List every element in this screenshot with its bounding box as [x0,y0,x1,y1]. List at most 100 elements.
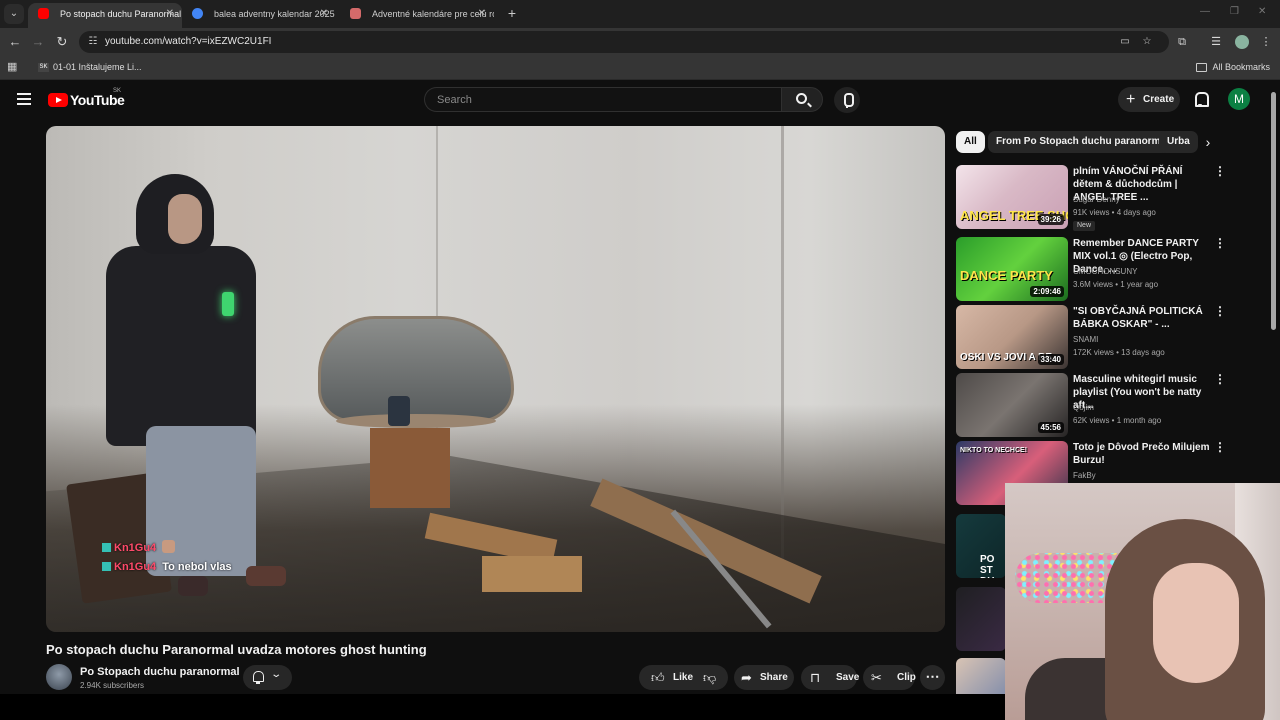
recommended-video[interactable]: ANGEL TREE SHOPPING 39:26 plním VÁNOČNÍ … [956,165,1228,231]
video-menu-icon[interactable]: ⋮ [1214,305,1226,318]
video-thumbnail[interactable]: 45:56 [956,373,1068,437]
recommended-video-thumbnail[interactable]: PO ST DU [956,514,1006,578]
google-favicon-icon [192,8,203,19]
create-label: Create [1143,94,1175,105]
chat-username: Kn1Gu4 [114,561,157,573]
recommended-channel[interactable]: Qojim [1073,403,1094,412]
close-tab-icon[interactable]: ✕ [478,3,486,25]
back-arrow-icon[interactable]: ← [7,34,23,50]
save-label: Save [836,672,860,683]
chevron-right-icon[interactable]: › [1199,131,1217,153]
site-info-icon[interactable]: ☷ [87,36,99,48]
search-box[interactable] [424,87,781,112]
shop-favicon-icon [350,8,361,19]
recommended-title[interactable]: "SI OBYČAJNÁ POLITICKÁ BÁBKA OSKAR" - ..… [1073,305,1211,331]
subscription-notifications-button[interactable]: ⌄ [243,665,292,690]
chat-badge-icon [102,562,111,571]
search-button[interactable] [781,87,823,112]
recommended-channel[interactable]: FakBy [1073,471,1096,480]
chip-all[interactable]: All [956,131,985,153]
video-menu-icon[interactable]: ⋮ [1214,165,1226,178]
recommended-video-thumbnail[interactable] [956,587,1006,651]
minimize-icon[interactable]: — [1200,6,1210,17]
maximize-icon[interactable]: ❐ [1230,6,1239,17]
notifications-bell-icon[interactable] [1193,91,1209,107]
forward-arrow-icon[interactable]: → [30,34,46,50]
scissors-icon: ✂ [871,670,882,685]
recommended-channel[interactable]: CMOCHONSUNY [1073,267,1137,276]
like-label: Like [673,672,694,683]
save-button[interactable]: ⊓ Save [801,665,860,690]
channel-name[interactable]: Po Stopach duchu paranormal [80,666,240,678]
video-title: Po stopach duchu Paranormal uvadza motor… [46,642,427,657]
plus-icon: + [1126,91,1136,108]
video-thumbnail[interactable]: DANCE PARTY 2:09:46 [956,237,1068,301]
apps-grid-icon[interactable]: ▦ [7,61,19,73]
video-menu-icon[interactable]: ⋮ [1214,237,1226,250]
video-duration: 33:40 [1037,354,1064,365]
reading-list-icon[interactable]: ☰ [1208,34,1224,50]
thumbs-down-icon[interactable]: 👎︎ [703,665,716,690]
new-tab-icon[interactable]: + [504,5,520,21]
video-menu-icon[interactable]: ⋮ [1214,441,1226,454]
close-tab-icon[interactable]: ✕ [166,3,174,25]
more-actions-icon[interactable]: ⋯ [920,665,945,690]
tab-youtube-video[interactable]: Po stopach duchu Paranormal u ✕ [28,3,182,28]
close-window-icon[interactable]: ✕ [1258,6,1266,17]
browser-menu-icon[interactable]: ⋮ [1258,34,1274,50]
bookmark-favicon-icon: SK [38,63,49,73]
new-badge: New [1073,221,1096,231]
search-input[interactable] [425,88,781,111]
hamburger-menu-icon[interactable] [17,93,31,105]
profile-avatar-icon[interactable] [1235,35,1249,49]
recommended-video[interactable]: OSKI VS JOVI A BE 33:40 "SI OBYČAJNÁ POL… [956,305,1228,369]
webcam-overlay [1005,483,1280,720]
recommended-channel[interactable]: Sugar Denny [1073,195,1120,204]
recommended-meta: 62K views • 1 month ago [1073,416,1162,425]
voice-search-mic-icon[interactable] [834,87,860,113]
cast-icon[interactable]: ▭ [1119,36,1131,48]
reload-icon[interactable]: ↻ [54,34,70,50]
address-bar[interactable]: ☷ youtube.com/watch?v=ixEZWC2U1FI ▭ ☆ [79,31,1169,53]
recommended-channel[interactable]: SNAMI [1073,335,1098,344]
youtube-favicon-icon [38,8,49,19]
all-bookmarks-button[interactable]: All Bookmarks [1196,56,1270,78]
channel-avatar[interactable] [46,664,72,690]
url-text[interactable]: youtube.com/watch?v=ixEZWC2U1FI [105,31,271,53]
recommended-video[interactable]: 45:56 Masculine whitegirl music playlist… [956,373,1228,437]
recommended-title[interactable]: Toto je Dôvod Prečo Milujem Burzu! [1073,441,1211,467]
tab-advent-calendars[interactable]: Adventné kalendáre pre celú ro ✕ [340,3,494,28]
share-label: Share [760,672,788,683]
video-duration: 45:56 [1037,422,1064,433]
stream-chat-line: Kn1Gu4 To nebol vlas [102,561,232,573]
video-thumbnail[interactable]: ANGEL TREE SHOPPING 39:26 [956,165,1068,229]
youtube-play-icon [48,93,68,107]
country-code: SK [113,88,122,94]
bookmark-item[interactable]: SK 01-01 Inštalujeme Li... [38,56,142,78]
page-scrollbar[interactable] [1271,92,1276,330]
share-arrow-icon: ➦ [741,670,752,685]
video-scene-person [106,246,256,446]
recommended-video[interactable]: DANCE PARTY 2:09:46 Remember DANCE PARTY… [956,237,1228,301]
video-scene-table-base [370,428,450,508]
tab-google-search[interactable]: balea adventny kalendar 2025 ✕ [182,3,336,28]
create-button[interactable]: + Create [1118,87,1180,112]
recommended-meta: 3.6M views • 1 year ago [1073,280,1159,289]
video-player[interactable]: Kn1Gu4 Kn1Gu4 To nebol vlas [46,126,945,632]
chip-urban[interactable]: Urba [1159,131,1198,153]
share-button[interactable]: ➦ Share [734,665,794,690]
like-button[interactable]: 👍︎ Like 👎︎ [639,665,728,690]
video-thumbnail[interactable]: OSKI VS JOVI A BE 33:40 [956,305,1068,369]
bookmark-star-icon[interactable]: ☆ [1141,36,1153,48]
extensions-icon[interactable]: ⧉ [1174,34,1190,50]
video-menu-icon[interactable]: ⋮ [1214,373,1226,386]
close-tab-icon[interactable]: ✕ [320,3,328,25]
tab-title: Adventné kalendáre pre celú ro [372,9,494,19]
account-avatar[interactable]: M [1228,88,1250,110]
subscriber-count: 2.94K subscribers [80,681,145,690]
clip-button[interactable]: ✂ Clip [863,665,916,690]
chat-username: Kn1Gu4 [114,542,157,554]
thumbnail-text: NIKTO TO NECHCE! [960,447,1028,454]
chip-from-channel[interactable]: From Po Stopach duchu paranormal [988,131,1177,153]
tab-search-icon[interactable]: ⌄ [4,4,24,24]
